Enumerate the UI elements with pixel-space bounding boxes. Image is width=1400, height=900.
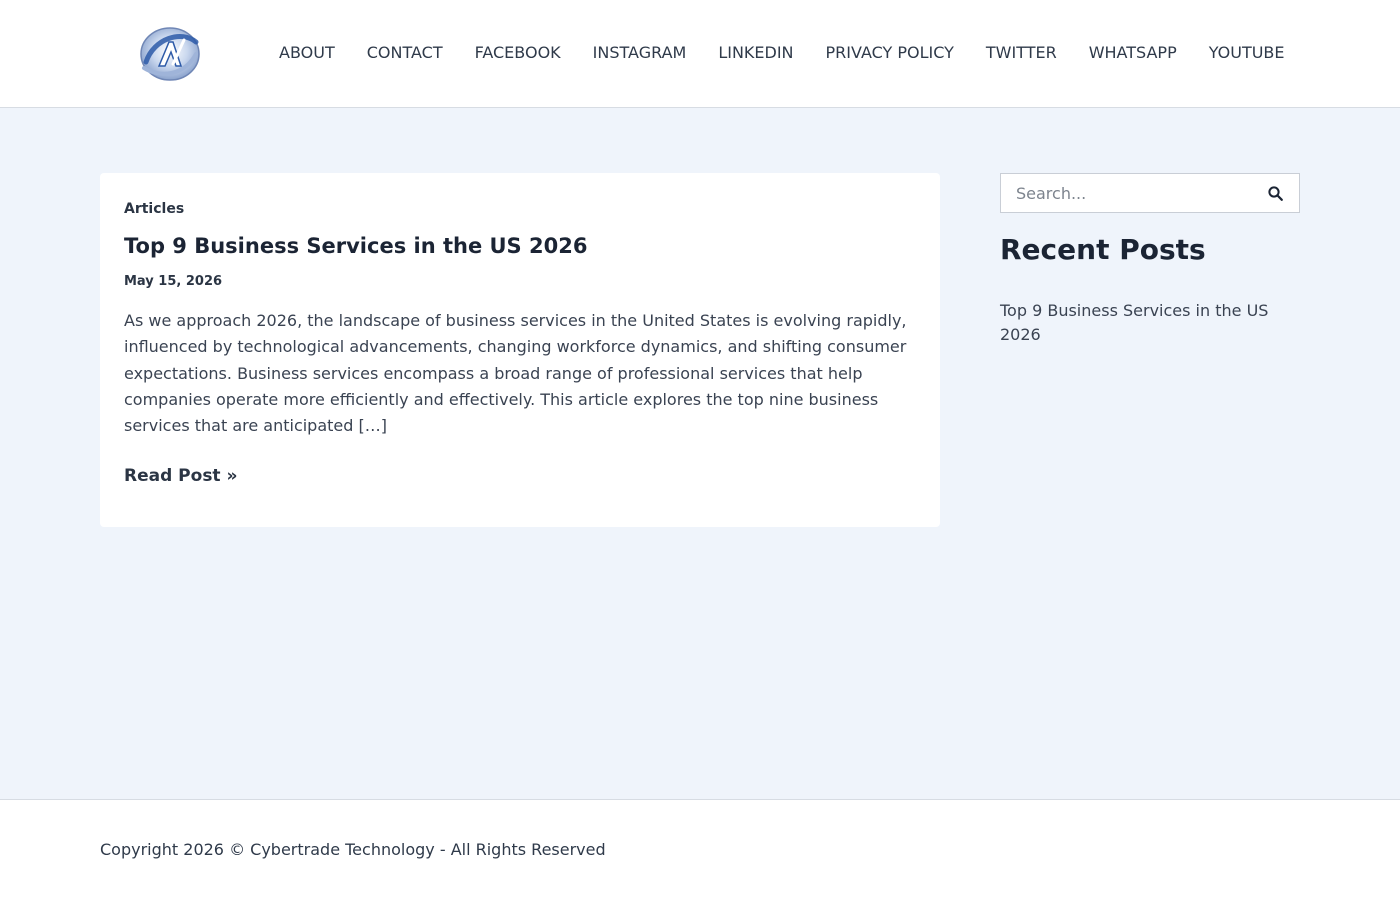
read-more-link[interactable]: Read Post » [124,466,237,486]
post-card: Articles Top 9 Business Services in the … [100,173,940,527]
site-footer: Copyright 2026 © Cybertrade Technology -… [0,799,1400,900]
nav-item-youtube[interactable]: YOUTUBE [1193,40,1301,66]
recent-post-link[interactable]: Top 9 Business Services in the US 2026 [1000,299,1300,347]
search-form [1000,173,1300,213]
circular-swoosh-logo-icon [140,27,200,81]
search-submit-button[interactable] [1267,185,1285,203]
post-title-link[interactable]: Top 9 Business Services in the US 2026 [124,234,587,258]
main-nav: ABOUT CONTACT FACEBOOK INSTAGRAM LINKEDI… [263,40,1301,66]
copyright-text: Copyright 2026 © Cybertrade Technology -… [100,840,606,859]
site-logo[interactable] [138,24,202,84]
nav-item-about[interactable]: ABOUT [263,40,351,66]
recent-posts-list: Top 9 Business Services in the US 2026 [1000,299,1300,347]
nav-item-instagram[interactable]: INSTAGRAM [577,40,703,66]
site-header: ABOUT CONTACT FACEBOOK INSTAGRAM LINKEDI… [0,0,1400,108]
post-category-link[interactable]: Articles [124,201,184,217]
search-input[interactable] [1001,174,1251,212]
nav-item-facebook[interactable]: FACEBOOK [459,40,577,66]
nav-item-whatsapp[interactable]: WHATSAPP [1073,40,1193,66]
nav-item-contact[interactable]: CONTACT [351,40,459,66]
recent-posts-heading: Recent Posts [1000,233,1206,266]
nav-item-linkedin[interactable]: LINKEDIN [702,40,809,66]
post-date: May 15, 2026 [124,274,223,289]
post-excerpt: As we approach 2026, the landscape of bu… [124,311,907,436]
list-item: Top 9 Business Services in the US 2026 [1000,299,1300,347]
nav-item-privacy-policy[interactable]: PRIVACY POLICY [810,40,970,66]
nav-item-twitter[interactable]: TWITTER [970,40,1073,66]
search-icon [1268,186,1283,201]
